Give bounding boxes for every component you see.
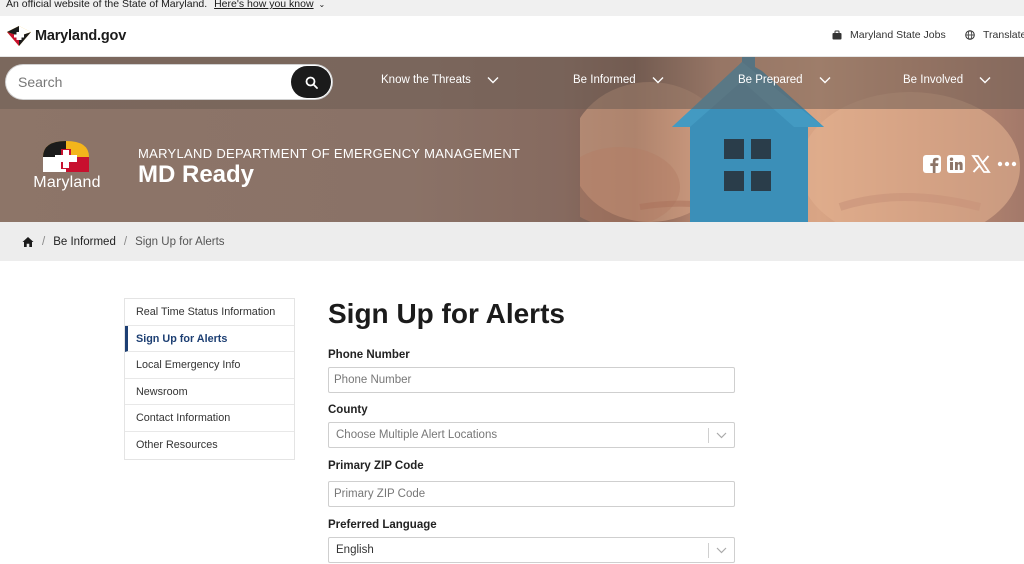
- sidebar-item-contact-information[interactable]: Contact Information: [125, 405, 294, 432]
- breadcrumb-current: Sign Up for Alerts: [135, 235, 225, 248]
- sidebar-item-local-emergency-info[interactable]: Local Emergency Info: [125, 352, 294, 379]
- select-divider: [708, 428, 709, 443]
- site-title: MD Ready: [138, 161, 255, 188]
- chevron-down-icon: [652, 77, 664, 84]
- breadcrumb-separator: /: [123, 235, 128, 248]
- county-select[interactable]: Choose Multiple Alert Locations: [328, 422, 735, 448]
- select-divider: [708, 543, 709, 558]
- official-banner: An official website of the State of Mary…: [0, 0, 1024, 16]
- maryland-seal-icon: [43, 141, 89, 172]
- nav-be-involved[interactable]: Be Involved: [903, 74, 991, 86]
- nav-label: Be Prepared: [738, 74, 803, 86]
- breadcrumb-be-informed[interactable]: Be Informed: [53, 236, 116, 248]
- chevron-down-icon: [716, 547, 727, 554]
- briefcase-icon: [832, 30, 842, 40]
- official-banner-text: An official website of the State of Mary…: [6, 0, 208, 10]
- nav-know-the-threats[interactable]: Know the Threats: [381, 74, 499, 86]
- facebook-icon[interactable]: [922, 154, 942, 174]
- nav-be-informed[interactable]: Be Informed: [573, 74, 664, 86]
- maryland-logo-text: Maryland: [33, 174, 101, 191]
- preferred-language-select[interactable]: English: [328, 537, 735, 563]
- search-button[interactable]: [291, 66, 331, 98]
- hero-banner: Know the Threats Be Informed Be Prepared…: [0, 57, 1024, 222]
- search-input[interactable]: [6, 65, 296, 99]
- breadcrumb: / Be Informed / Sign Up for Alerts: [0, 222, 1024, 261]
- nav-label: Be Informed: [573, 74, 636, 86]
- maryland-state-jobs-link[interactable]: Maryland State Jobs: [832, 29, 946, 41]
- chevron-down-icon[interactable]: ⌄: [318, 0, 325, 9]
- main-navigation: Know the Threats Be Informed Be Prepared…: [0, 57, 1024, 109]
- maryland-gov-logo[interactable]: Maryland.gov: [6, 25, 126, 47]
- maryland-flag-icon: [7, 26, 31, 46]
- search-icon: [305, 76, 318, 89]
- heres-how-you-know-link[interactable]: Here's how you know: [214, 0, 313, 10]
- globe-icon: [965, 30, 975, 40]
- chevron-down-icon: [716, 432, 727, 439]
- more-icon[interactable]: [997, 154, 1017, 174]
- sidebar-item-real-time-status[interactable]: Real Time Status Information: [125, 299, 294, 326]
- phone-number-label: Phone Number: [328, 349, 410, 361]
- county-select-placeholder: Choose Multiple Alert Locations: [336, 429, 498, 441]
- preferred-language-label: Preferred Language: [328, 519, 437, 531]
- maryland-gov-wordmark: Maryland.gov: [35, 28, 127, 44]
- home-icon[interactable]: [22, 236, 34, 248]
- maryland-state-jobs-label: Maryland State Jobs: [850, 29, 946, 41]
- chevron-down-icon: [819, 77, 831, 84]
- breadcrumb-separator: /: [42, 235, 46, 248]
- linkedin-icon[interactable]: [946, 154, 966, 174]
- translate-label: Translate: [983, 29, 1024, 41]
- sidebar-item-other-resources[interactable]: Other Resources: [125, 432, 294, 459]
- sidebar-item-sign-up-for-alerts[interactable]: Sign Up for Alerts: [125, 325, 294, 353]
- chevron-down-icon: [487, 77, 499, 84]
- x-icon[interactable]: [971, 154, 991, 174]
- nav-label: Be Involved: [903, 74, 964, 86]
- department-name: MARYLAND DEPARTMENT OF EMERGENCY MANAGEM…: [138, 146, 521, 161]
- nav-be-prepared[interactable]: Be Prepared: [738, 74, 831, 86]
- search-box: [6, 65, 332, 99]
- sidebar-item-newsroom[interactable]: Newsroom: [125, 379, 294, 406]
- primary-zip-code-label: Primary ZIP Code: [328, 460, 424, 472]
- chevron-down-icon: [979, 77, 991, 84]
- page-title: Sign Up for Alerts: [328, 298, 565, 329]
- side-navigation: Real Time Status Information Sign Up for…: [124, 298, 295, 460]
- utility-bar: Maryland.gov Maryland State Jobs Transla…: [0, 16, 1024, 57]
- md-ready-logo[interactable]: Maryland: [26, 139, 108, 195]
- nav-label: Know the Threats: [381, 74, 471, 86]
- county-label: County: [328, 404, 368, 416]
- phone-number-field[interactable]: [328, 367, 735, 393]
- preferred-language-value: English: [336, 544, 374, 556]
- primary-zip-code-field[interactable]: [328, 481, 735, 507]
- translate-link[interactable]: Translate: [965, 29, 1024, 41]
